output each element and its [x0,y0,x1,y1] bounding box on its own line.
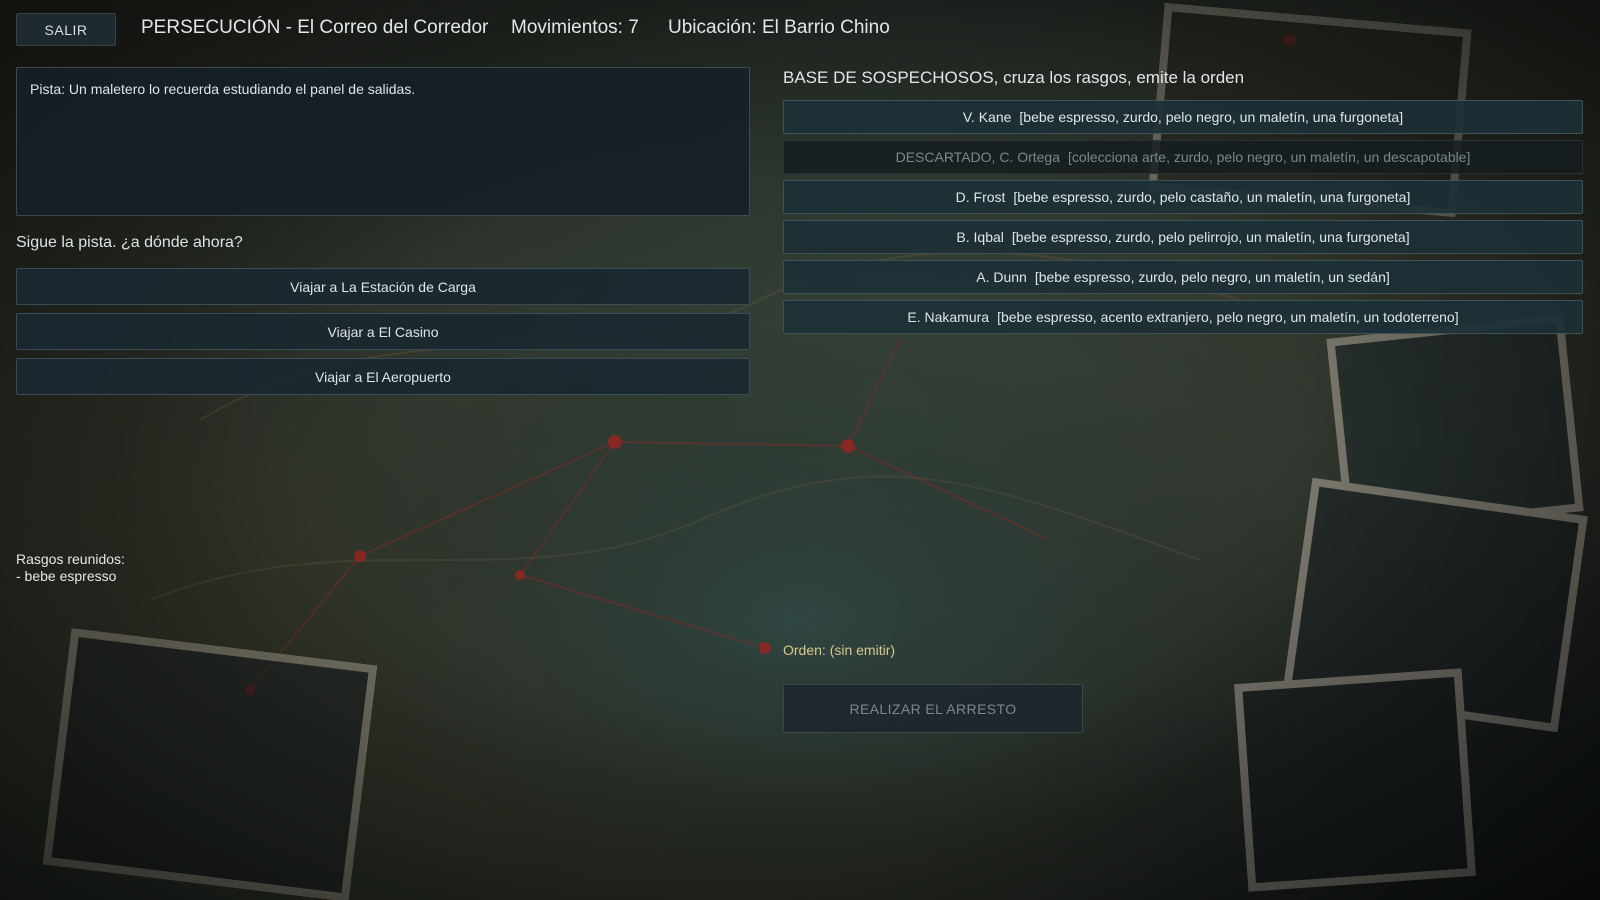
game-ui: SALIR PERSECUCIÓN - El Correo del Corred… [0,0,1600,900]
trait-item: - bebe espresso [16,568,117,584]
exit-button[interactable]: SALIR [16,13,116,46]
travel-button-aeropuerto[interactable]: Viajar a El Aeropuerto [16,358,750,395]
travel-button-estacion-de-carga[interactable]: Viajar a La Estación de Carga [16,268,750,305]
moves-counter: Movimientos: 7 [511,17,639,38]
case-title: PERSECUCIÓN - El Correo del Corredor [141,17,489,38]
clue-panel: Pista: Un maletero lo recuerda estudiand… [16,67,750,216]
suspect-row-a-dunn[interactable]: A. Dunn [bebe espresso, zurdo, pelo negr… [783,260,1583,294]
travel-prompt: Sigue la pista. ¿a dónde ahora? [16,234,243,251]
suspect-row-c-ortega[interactable]: DESCARTADO, C. Ortega [colecciona arte, … [783,140,1583,174]
suspect-row-e-nakamura[interactable]: E. Nakamura [bebe espresso, acento extra… [783,300,1583,334]
suspect-traits: [colecciona arte, zurdo, pelo negro, un … [1068,149,1471,165]
suspect-name: B. Iqbal [956,229,1004,245]
suspect-row-d-frost[interactable]: D. Frost [bebe espresso, zurdo, pelo cas… [783,180,1583,214]
suspect-name: V. Kane [962,109,1012,125]
arrest-button[interactable]: REALIZAR EL ARRESTO [783,684,1083,733]
suspect-name: DESCARTADO, C. Ortega [895,149,1061,165]
travel-button-casino[interactable]: Viajar a El Casino [16,313,750,350]
suspect-traits: [bebe espresso, acento extranjero, pelo … [997,309,1459,325]
suspect-row-b-iqbal[interactable]: B. Iqbal [bebe espresso, zurdo, pelo pel… [783,220,1583,254]
suspect-name: A. Dunn [976,269,1027,285]
suspect-traits: [bebe espresso, zurdo, pelo pelirrojo, u… [1011,229,1410,245]
traits-heading: Rasgos reunidos: [16,551,125,567]
suspect-traits: [bebe espresso, zurdo, pelo negro, un ma… [1034,269,1390,285]
suspect-traits: [bebe espresso, zurdo, pelo negro, un ma… [1019,109,1404,125]
suspect-name: E. Nakamura [907,309,990,325]
current-location: Ubicación: El Barrio Chino [668,17,890,38]
gathered-traits: Rasgos reunidos: - bebe espresso [16,551,125,585]
warrant-status: Orden: (sin emitir) [783,642,896,658]
suspects-heading: BASE DE SOSPECHOSOS, cruza los rasgos, e… [783,68,1245,87]
suspect-traits: [bebe espresso, zurdo, pelo castaño, un … [1013,189,1411,205]
clue-text: Pista: Un maletero lo recuerda estudiand… [30,81,416,97]
suspect-row-v-kane[interactable]: V. Kane [bebe espresso, zurdo, pelo negr… [783,100,1583,134]
suspect-name: D. Frost [955,189,1006,205]
